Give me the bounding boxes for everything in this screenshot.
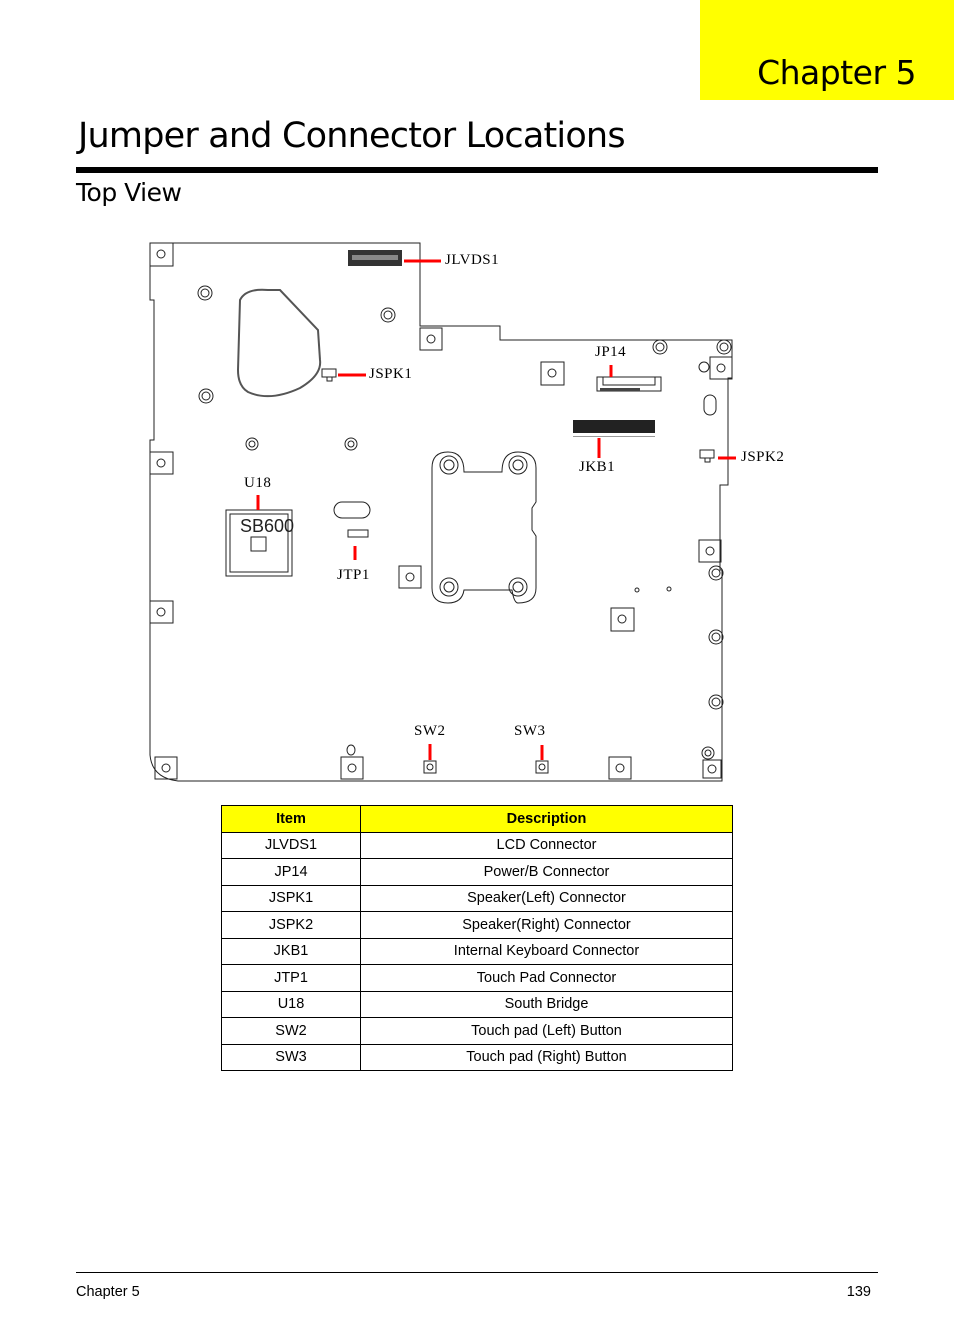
description-cell: South Bridge — [360, 990, 733, 1018]
jtp1-connector — [347, 529, 369, 538]
item-cell: U18 — [221, 990, 361, 1018]
callout-jspk2: JSPK2 — [741, 449, 785, 465]
fan-cutout — [236, 288, 322, 398]
item-cell: SW2 — [221, 1017, 361, 1045]
description-cell: Power/B Connector — [360, 858, 733, 886]
footer-rule — [76, 1272, 878, 1273]
sw2-switch — [423, 760, 437, 774]
callout-jtp1: JTP1 — [337, 567, 370, 583]
footer-chapter: Chapter 5 — [76, 1284, 140, 1300]
description-cell: Speaker(Right) Connector — [360, 911, 733, 939]
description-cell: Touch pad (Right) Button — [360, 1043, 733, 1071]
column-header-description: Description — [360, 805, 733, 833]
description-cell: Touch pad (Left) Button — [360, 1017, 733, 1045]
item-cell: JKB1 — [221, 937, 361, 965]
description-cell: Speaker(Left) Connector — [360, 884, 733, 912]
description-cell: Touch Pad Connector — [360, 964, 733, 992]
item-cell: JP14 — [221, 858, 361, 886]
table-row: JSPK1 Speaker(Left) Connector — [221, 884, 733, 912]
item-cell: JSPK2 — [221, 911, 361, 939]
table-header-row: Item Description — [221, 805, 733, 833]
item-cell: JTP1 — [221, 964, 361, 992]
table-row: SW2 Touch pad (Left) Button — [221, 1017, 733, 1045]
column-header-item: Item — [221, 805, 361, 833]
motherboard-diagram: SB600 — [149, 242, 736, 782]
table-row: SW3 Touch pad (Right) Button — [221, 1043, 733, 1071]
chip-marking: SB600 — [240, 516, 294, 536]
mounting-holes — [149, 242, 733, 780]
table-row: JTP1 Touch Pad Connector — [221, 964, 733, 992]
jspk1-connector — [321, 368, 337, 378]
item-cell: JLVDS1 — [221, 831, 361, 859]
callout-jkb1: JKB1 — [579, 459, 616, 475]
item-cell: SW3 — [221, 1043, 361, 1071]
item-cell: JSPK1 — [221, 884, 361, 912]
parts-table: Item Description JLVDS1 LCD Connector JP1… — [221, 805, 733, 1071]
callout-jp14: JP14 — [595, 344, 627, 360]
table-row: JKB1 Internal Keyboard Connector — [221, 937, 733, 965]
footer-page-number: 139 — [846, 1284, 871, 1300]
callout-jlvds1: JLVDS1 — [445, 252, 500, 268]
table-row: U18 South Bridge — [221, 990, 733, 1018]
sw3-switch — [535, 760, 549, 774]
callout-sw2: SW2 — [414, 723, 446, 739]
callout-u18: U18 — [244, 475, 272, 491]
jspk2-connector — [699, 449, 715, 459]
table-row: JSPK2 Speaker(Right) Connector — [221, 911, 733, 939]
table-row: JP14 Power/B Connector — [221, 858, 733, 886]
board-outline — [149, 242, 733, 782]
callout-sw3: SW3 — [514, 723, 546, 739]
jkb1-connector — [573, 420, 655, 433]
heatsink-plate — [431, 451, 537, 604]
callout-jspk1: JSPK1 — [369, 366, 413, 382]
description-cell: LCD Connector — [360, 831, 733, 859]
description-cell: Internal Keyboard Connector — [360, 937, 733, 965]
table-row: JLVDS1 LCD Connector — [221, 831, 733, 859]
